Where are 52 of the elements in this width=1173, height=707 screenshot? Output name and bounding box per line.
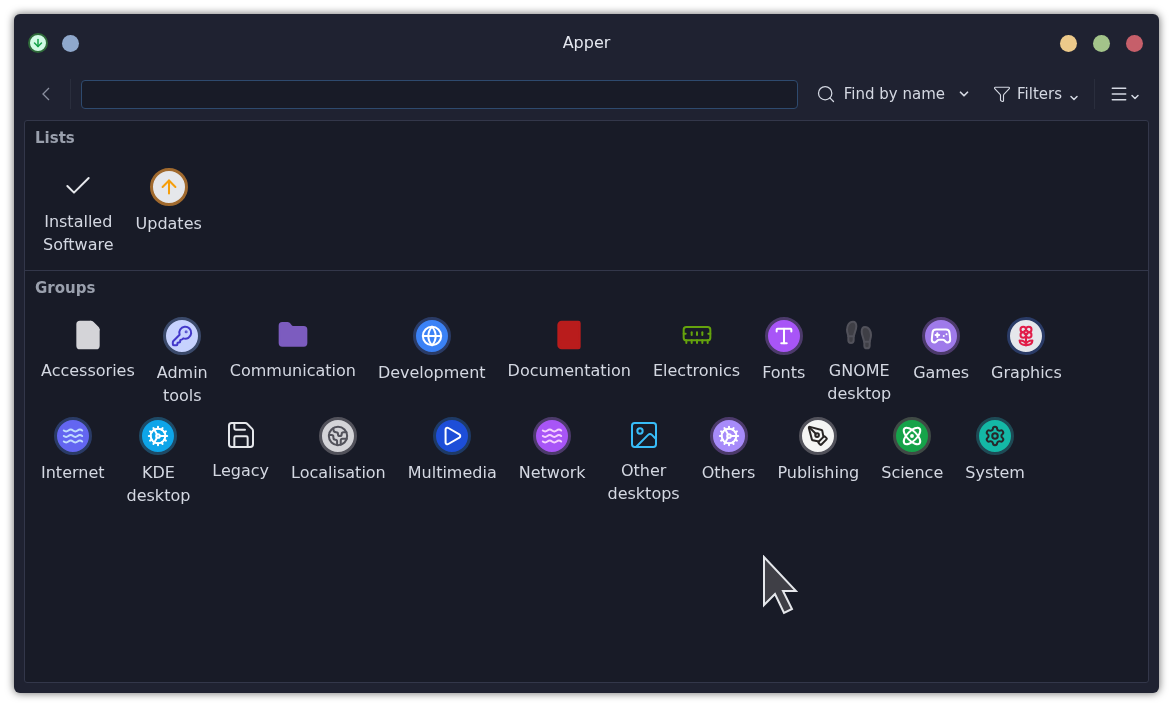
globe-icon	[319, 417, 358, 455]
gear-icon	[976, 417, 1015, 455]
search-icon	[815, 84, 836, 104]
category-label[interactable]: Science	[881, 461, 944, 484]
letters-icon	[764, 317, 803, 355]
category-label[interactable]: Other desktops	[607, 459, 680, 505]
menu-button[interactable]	[1109, 84, 1141, 104]
category-label[interactable]: Fonts	[762, 361, 806, 384]
category-label[interactable]: Multimedia	[407, 461, 497, 484]
category-label[interactable]: Graphics	[991, 361, 1062, 384]
filters-button[interactable]: Filters	[993, 82, 1080, 106]
atom-icon	[893, 417, 932, 455]
category-label[interactable]: Accessories	[41, 359, 135, 382]
category-label[interactable]: Admin tools	[156, 361, 208, 407]
category-label[interactable]: Communication	[229, 359, 356, 382]
chevron-left-icon	[41, 87, 50, 101]
find-mode-dropdown[interactable]: Find by name	[815, 82, 972, 106]
category-label[interactable]: Publishing	[777, 461, 860, 484]
pen-icon	[799, 417, 838, 455]
app-icon[interactable]	[28, 33, 48, 53]
category-label[interactable]: KDE desktop	[126, 461, 191, 507]
keep-above-button[interactable]	[62, 34, 79, 52]
gamepad-icon	[922, 317, 961, 355]
category-label[interactable]: Development	[377, 361, 486, 384]
close-button[interactable]	[1126, 34, 1143, 52]
search-field[interactable]	[80, 79, 798, 109]
window-title: Apper	[562, 32, 611, 54]
wave-icon	[53, 417, 92, 455]
category-label[interactable]: Internet	[41, 461, 105, 484]
section-heading: Groups	[35, 277, 97, 299]
maximize-button[interactable]	[1093, 34, 1110, 52]
category-label[interactable]: Legacy	[212, 459, 270, 482]
play-icon	[433, 417, 472, 455]
category-label[interactable]: System	[965, 461, 1025, 484]
gear-icon	[139, 417, 178, 455]
category-label[interactable]: Documentation	[507, 359, 631, 382]
minimize-button[interactable]	[1060, 34, 1077, 52]
category-label[interactable]: Installed Software	[43, 209, 114, 256]
menu-icon	[1109, 84, 1129, 104]
category-label[interactable]: Localisation	[291, 461, 386, 484]
category-label[interactable]: Others	[701, 461, 756, 484]
category-label[interactable]: Updates	[135, 211, 202, 235]
flower-icon	[1007, 317, 1046, 355]
category-label[interactable]: Games	[913, 361, 970, 384]
mouse-pointer-icon	[762, 555, 798, 615]
category-label[interactable]: Network	[518, 461, 586, 484]
globe-icon	[412, 317, 451, 355]
section-heading: Lists	[35, 128, 76, 149]
funnel-icon	[993, 85, 1012, 103]
category-label[interactable]: Electronics	[652, 359, 741, 382]
wave-icon	[533, 417, 572, 455]
category-label[interactable]: GNOME desktop	[827, 359, 892, 405]
